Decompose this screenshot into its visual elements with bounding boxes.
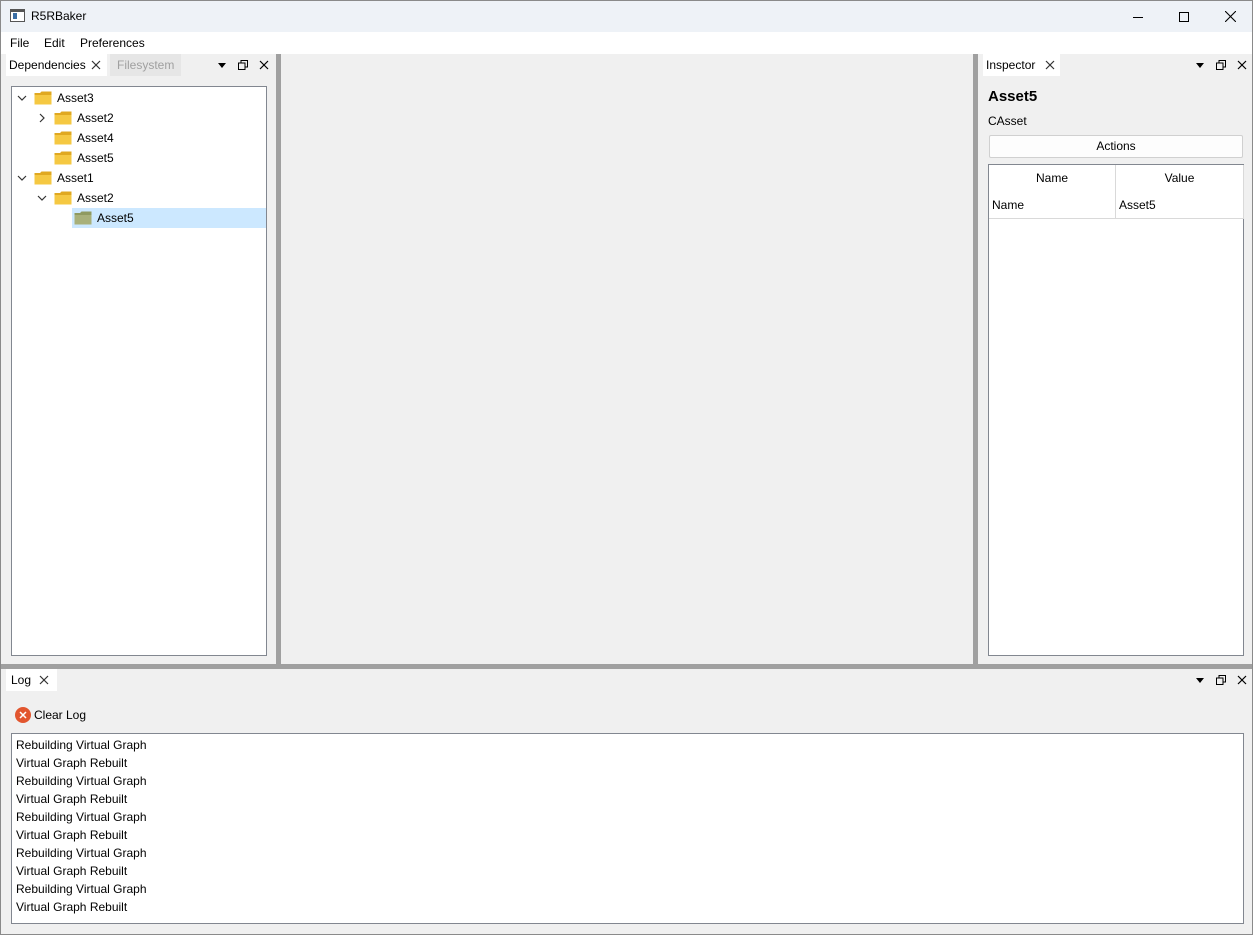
menu-file[interactable]: File [10, 36, 29, 50]
column-header-value[interactable]: Value [1116, 165, 1243, 191]
tree-item[interactable]: Asset1 [12, 168, 266, 188]
tree-item[interactable]: Asset2 [12, 188, 266, 208]
chevron-down-icon [218, 62, 226, 68]
chevron-down-icon [1196, 677, 1204, 683]
float-icon [238, 60, 248, 70]
tree-item-label: Asset3 [57, 91, 94, 105]
tree-item[interactable]: Asset2 [12, 108, 266, 128]
tab-dependencies[interactable]: Dependencies [6, 54, 107, 76]
dependency-tree[interactable]: Asset3 Asset2 Asset4 Asset5 Asset1 Asset2 Asse… [11, 86, 267, 656]
tree-item[interactable]: Asset5 [12, 148, 266, 168]
maximize-icon [1179, 11, 1189, 22]
chevron-down-icon [1196, 62, 1204, 68]
row-divider [989, 218, 1243, 219]
folder-icon [54, 151, 72, 165]
clear-icon [15, 707, 31, 723]
tab-dependencies-label: Dependencies [9, 58, 86, 72]
dock-close-button[interactable] [257, 58, 271, 72]
dock-menu-button[interactable] [215, 58, 229, 72]
table-cell-value[interactable]: Asset5 [1119, 193, 1239, 217]
tree-item[interactable]: Asset5 [12, 208, 266, 228]
float-icon [1216, 675, 1226, 685]
log-line: Virtual Graph Rebuilt [16, 864, 128, 878]
properties-table: Name Value Name Asset5 [988, 164, 1244, 656]
close-icon [1237, 60, 1247, 70]
folder-icon [54, 131, 72, 145]
title-bar: R5RBaker [1, 1, 1252, 32]
maximize-button[interactable] [1161, 1, 1207, 32]
column-divider [1243, 165, 1244, 219]
log-line: Rebuilding Virtual Graph [16, 774, 147, 788]
log-line: Rebuilding Virtual Graph [16, 882, 147, 896]
folder-icon [34, 171, 52, 185]
log-line: Virtual Graph Rebuilt [16, 900, 128, 914]
table-cell-name[interactable]: Name [992, 193, 1112, 217]
tree-item-label: Asset5 [97, 211, 134, 225]
tree-item[interactable]: Asset4 [12, 128, 266, 148]
tab-log-label: Log [11, 673, 32, 687]
folder-icon [74, 211, 92, 225]
close-icon [259, 60, 269, 70]
minimize-button[interactable] [1115, 1, 1161, 32]
actions-button[interactable]: Actions [989, 135, 1243, 158]
central-area [281, 54, 973, 664]
log-dock-tabbar: Log [1, 669, 1252, 691]
asset-name-heading: Asset5 [988, 88, 1038, 105]
log-line: Rebuilding Virtual Graph [16, 846, 147, 860]
close-tab-icon[interactable] [1045, 60, 1055, 70]
tab-inspector[interactable]: Inspector [983, 54, 1060, 76]
left-dock-tabbar: Dependencies Filesystem [1, 54, 277, 76]
log-line: Rebuilding Virtual Graph [16, 738, 147, 752]
menu-preferences[interactable]: Preferences [80, 36, 145, 50]
dock-menu-button[interactable] [1193, 58, 1207, 72]
tree-item[interactable]: Asset3 [12, 88, 266, 108]
column-header-name[interactable]: Name [989, 165, 1115, 191]
chevron-right-icon[interactable] [37, 113, 47, 123]
float-icon [1216, 60, 1226, 70]
chevron-down-icon[interactable] [17, 173, 27, 183]
inspector-dock-tabbar: Inspector [978, 54, 1252, 76]
folder-icon [34, 91, 52, 105]
tree-item-label: Asset4 [77, 131, 114, 145]
tree-item-label: Asset2 [77, 191, 114, 205]
log-line: Virtual Graph Rebuilt [16, 828, 128, 842]
folder-icon [54, 111, 72, 125]
close-tab-icon[interactable] [39, 675, 49, 685]
menu-bar: File Edit Preferences [1, 32, 1252, 54]
menu-edit[interactable]: Edit [44, 36, 65, 50]
right-splitter[interactable] [973, 54, 978, 665]
asset-type-label: CAsset [988, 114, 1027, 128]
dock-close-button[interactable] [1235, 58, 1249, 72]
tab-filesystem[interactable]: Filesystem [110, 54, 181, 76]
tree-item-label: Asset2 [77, 111, 114, 125]
log-line: Virtual Graph Rebuilt [16, 792, 128, 806]
close-tab-icon[interactable] [91, 60, 101, 70]
clear-log-label: Clear Log [34, 708, 87, 722]
dock-float-button[interactable] [1214, 58, 1228, 72]
dock-close-button[interactable] [1235, 673, 1249, 687]
tab-filesystem-label: Filesystem [117, 58, 175, 72]
close-window-button[interactable] [1207, 1, 1253, 32]
window-title: R5RBaker [31, 9, 87, 23]
close-icon [1224, 11, 1236, 22]
close-icon [1237, 675, 1247, 685]
chevron-down-icon[interactable] [17, 93, 27, 103]
chevron-down-icon[interactable] [37, 193, 47, 203]
dock-float-button[interactable] [236, 58, 250, 72]
main-window: R5RBaker File Edit Preferences Dependenc… [0, 0, 1253, 935]
folder-icon [54, 191, 72, 205]
app-icon [10, 9, 25, 22]
tree-item-label: Asset5 [77, 151, 114, 165]
tree-item-label: Asset1 [57, 171, 94, 185]
log-output[interactable]: Rebuilding Virtual Graph Virtual Graph Re… [11, 733, 1244, 924]
minimize-icon [1133, 16, 1143, 18]
tab-log[interactable]: Log [6, 669, 57, 691]
log-line: Rebuilding Virtual Graph [16, 810, 147, 824]
log-line: Virtual Graph Rebuilt [16, 756, 128, 770]
dock-menu-button[interactable] [1193, 673, 1207, 687]
tab-inspector-label: Inspector [986, 58, 1036, 72]
dock-float-button[interactable] [1214, 673, 1228, 687]
clear-log-button[interactable]: Clear Log [15, 705, 86, 725]
